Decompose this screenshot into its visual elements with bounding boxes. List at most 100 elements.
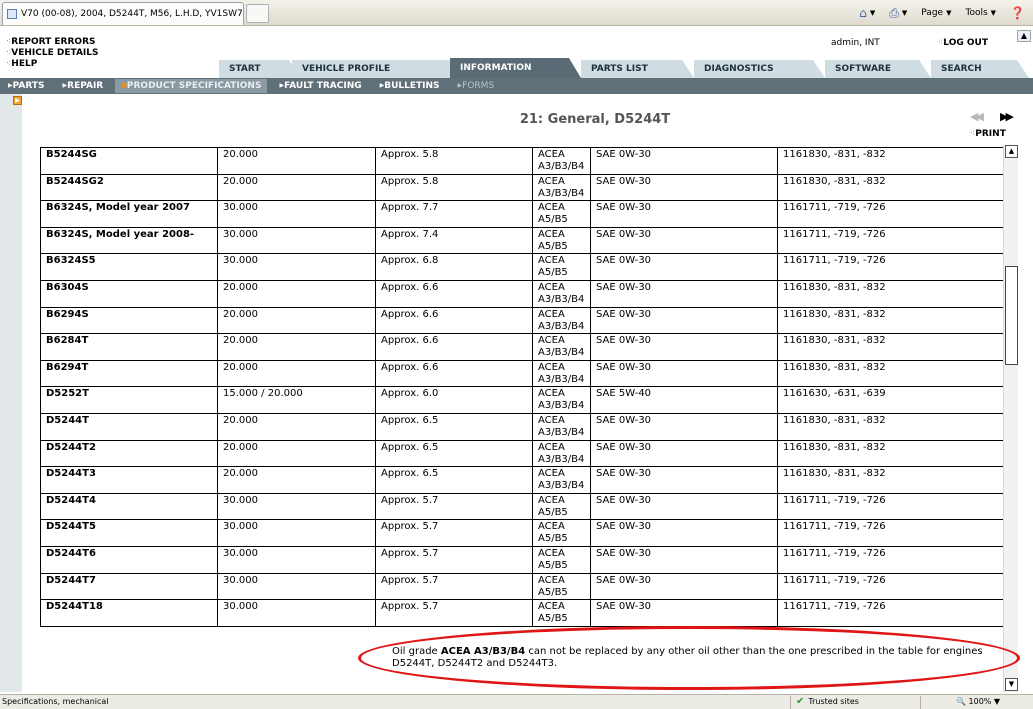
- window-scroll-up-button[interactable]: ▲: [1017, 30, 1031, 42]
- part-number-cell: 1161711, -719, -726: [777, 200, 1005, 228]
- volume-cell: Approx. 6.6: [375, 306, 533, 335]
- tab-software[interactable]: SOFTWARE: [825, 60, 931, 78]
- tab-search[interactable]: SEARCH: [931, 60, 1029, 78]
- scroll-up-button[interactable]: ▲: [1005, 145, 1018, 158]
- tab-vehicle-profile[interactable]: VEHICLE PROFILE: [292, 60, 461, 78]
- table-row: D5244T5 30.000 Approx. 5.7 ACEA A5/B5 SAE 0W…: [40, 519, 1005, 547]
- subnav-forms: FORMS: [458, 81, 494, 91]
- interval-cell: 30.000: [217, 519, 376, 547]
- security-zone-label: Trusted sites: [808, 697, 859, 706]
- viscosity-cell: SAE 0W-30: [590, 253, 778, 281]
- table-row: D5244T18 30.000 Approx. 5.7 ACEA A5/B5 SAE 0…: [40, 599, 1005, 627]
- status-divider: [790, 696, 791, 709]
- content-scrollbar[interactable]: ▲ ▼: [1003, 145, 1018, 692]
- volume-cell: Approx. 6.5: [375, 412, 533, 441]
- interval-cell: 20.000: [217, 306, 376, 335]
- oil-grade-cell: ACEA A3/B3/B4: [532, 439, 591, 468]
- table-row: B6294T 20.000 Approx. 6.6 ACEA A3/B3/B4 SAE …: [40, 359, 1005, 388]
- report-errors-link[interactable]: REPORT ERRORS: [6, 37, 99, 48]
- part-number-cell: 1161711, -719, -726: [777, 572, 1005, 601]
- part-number-cell: 1161830, -831, -832: [777, 306, 1005, 335]
- status-bar: Specifications, mechanical ✔ Trusted site…: [0, 694, 1033, 709]
- engine-cell: B6324S, Model year 2007: [40, 200, 218, 228]
- tab-parts-list[interactable]: PARTS LIST: [581, 60, 694, 78]
- new-tab-button[interactable]: [246, 4, 269, 23]
- page-menu[interactable]: Page ▼: [921, 8, 951, 18]
- oil-grade-cell: ACEA A5/B5: [532, 253, 591, 281]
- engine-cell: B5244SG2: [40, 173, 218, 202]
- checkmark-icon: ✔: [796, 696, 805, 707]
- vehicle-details-link[interactable]: VEHICLE DETAILS: [6, 48, 98, 59]
- home-button[interactable]: ⌂ ▼: [859, 6, 875, 20]
- volume-cell: Approx. 5.8: [375, 173, 533, 202]
- user-label: admin, INT: [831, 38, 880, 48]
- engine-cell: B6304S: [40, 279, 218, 308]
- interval-cell: 30.000: [217, 253, 376, 281]
- volume-cell: Approx. 6.6: [375, 279, 533, 308]
- print-link[interactable]: PRINT: [970, 129, 1006, 139]
- part-number-cell: 1161830, -831, -832: [777, 412, 1005, 441]
- subnav-parts[interactable]: PARTS: [8, 81, 45, 91]
- tab-diagnostics[interactable]: DIAGNOSTICS: [694, 60, 825, 78]
- interval-cell: 20.000: [217, 333, 376, 361]
- part-number-cell: 1161830, -831, -832: [777, 439, 1005, 468]
- interval-cell: 15.000 / 20.000: [217, 386, 376, 414]
- tab-information[interactable]: INFORMATION: [450, 58, 581, 78]
- subnav-fault-tracing[interactable]: FAULT TRACING: [279, 81, 362, 91]
- interval-cell: 30.000: [217, 572, 376, 601]
- volume-cell: Approx. 5.7: [375, 519, 533, 547]
- chevron-down-icon: ▼: [946, 9, 952, 17]
- engine-cell: B5244SG: [40, 147, 218, 175]
- print-browser-button[interactable]: ⎙ ▼: [889, 6, 907, 21]
- browser-tab[interactable]: V70 (00-08), 2004, D5244T, M56, L.H.D, Y…: [2, 2, 244, 25]
- volume-cell: Approx. 5.8: [375, 147, 533, 175]
- home-icon: ⌂: [859, 6, 867, 20]
- viscosity-cell: SAE 0W-30: [590, 492, 778, 521]
- page-title: 21: General, D5244T: [519, 112, 671, 127]
- engine-cell: D5244T2: [40, 439, 218, 468]
- table-row: B6294S 20.000 Approx. 6.6 ACEA A3/B3/B4 SAE …: [40, 306, 1005, 335]
- subnav-product-specifications[interactable]: PRODUCT SPECIFICATIONS: [115, 79, 268, 93]
- viscosity-cell: SAE 0W-30: [590, 545, 778, 574]
- table-row: D5244T7 30.000 Approx. 5.7 ACEA A5/B5 SAE 0W…: [40, 572, 1005, 601]
- viscosity-cell: SAE 0W-30: [590, 306, 778, 335]
- engine-cell: D5244T5: [40, 519, 218, 547]
- oil-grade-cell: ACEA A5/B5: [532, 599, 591, 627]
- table-row: B6304S 20.000 Approx. 6.6 ACEA A3/B3/B4 SAE …: [40, 279, 1005, 308]
- page-favicon-icon: [7, 9, 17, 19]
- viscosity-cell: SAE 0W-30: [590, 412, 778, 441]
- table-row: D5244T 20.000 Approx. 6.5 ACEA A3/B3/B4 SAE …: [40, 412, 1005, 441]
- subnav-repair[interactable]: REPAIR: [63, 81, 103, 91]
- interval-cell: 30.000: [217, 599, 376, 627]
- security-zone[interactable]: ✔ Trusted sites: [796, 696, 859, 707]
- part-number-cell: 1161711, -719, -726: [777, 599, 1005, 627]
- logout-link[interactable]: LOG OUT: [938, 38, 988, 48]
- zoom-level[interactable]: 🔍 100% ▼: [956, 697, 1000, 706]
- interval-cell: 20.000: [217, 412, 376, 441]
- scroll-thumb[interactable]: [1005, 266, 1018, 365]
- oil-grade-cell: ACEA A5/B5: [532, 492, 591, 521]
- scroll-down-button[interactable]: ▼: [1005, 678, 1018, 691]
- oil-grade-cell: ACEA A3/B3/B4: [532, 359, 591, 388]
- oil-grade-cell: ACEA A3/B3/B4: [532, 466, 591, 494]
- engine-cell: B6324S5: [40, 253, 218, 281]
- viscosity-cell: SAE 0W-30: [590, 466, 778, 494]
- help-link[interactable]: HELP: [6, 59, 99, 70]
- engine-cell: B6284T: [40, 333, 218, 361]
- interval-cell: 20.000: [217, 147, 376, 175]
- next-page-icon[interactable]: ▶▶: [1000, 110, 1014, 123]
- interval-cell: 30.000: [217, 545, 376, 574]
- browser-toolbar: V70 (00-08), 2004, D5244T, M56, L.H.D, Y…: [0, 0, 1033, 26]
- volume-cell: Approx. 6.0: [375, 386, 533, 414]
- part-number-cell: 1161830, -831, -832: [777, 147, 1005, 175]
- expand-arrow-icon[interactable]: ▶: [13, 96, 22, 105]
- table-row: B6324S, Model year 2007 30.000 Approx. 7.7…: [40, 200, 1005, 228]
- volume-cell: Approx. 5.7: [375, 492, 533, 521]
- help-browser-button[interactable]: ❓: [1010, 6, 1025, 20]
- help-icon: ❓: [1010, 6, 1025, 20]
- tools-menu[interactable]: Tools ▼: [965, 8, 996, 18]
- tab-start[interactable]: START: [219, 60, 301, 78]
- subnav-bulletins[interactable]: BULLETINS: [380, 81, 439, 91]
- interval-cell: 20.000: [217, 279, 376, 308]
- previous-page-icon: ◀◀: [970, 110, 984, 123]
